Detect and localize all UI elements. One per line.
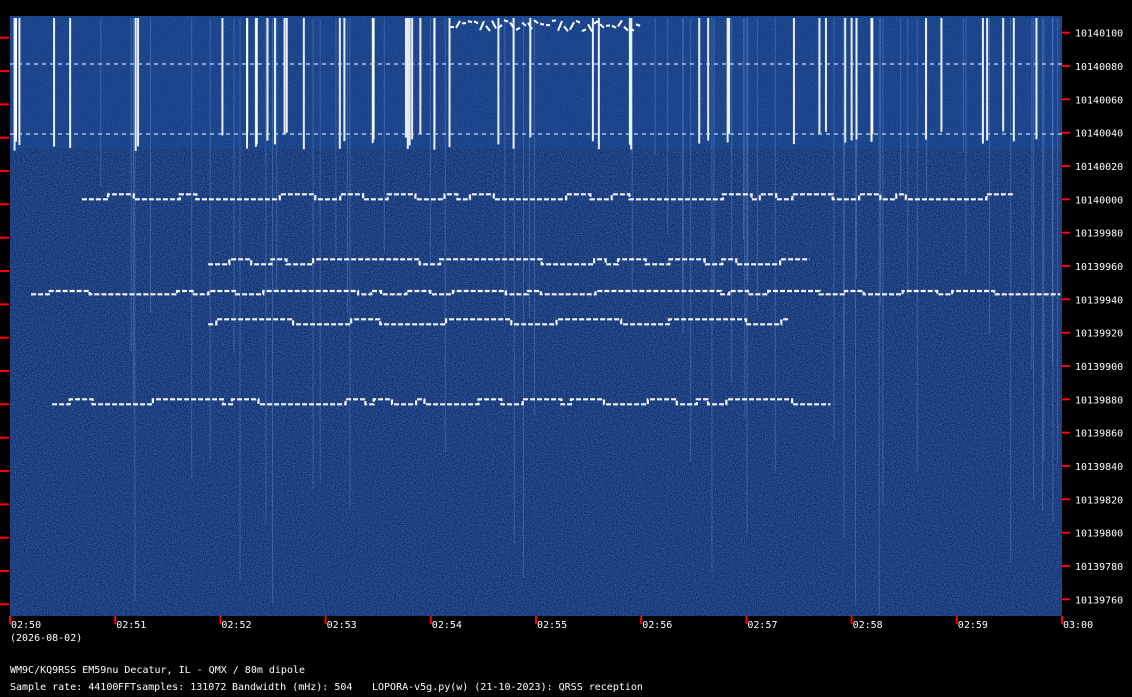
x-tick-label: 02:56 [642,620,672,631]
y-tick-label: 10139860 [1075,429,1123,440]
y-tick-label: 10140080 [1075,62,1123,73]
x-axis: 02:50 02:51 02:52 02:53 02:54 02:55 02:56 02:57… [9,616,1093,631]
x-tick-label: 02:52 [221,620,251,631]
sample-rate: Sample rate: 44100 [10,682,118,693]
burst-mark [629,28,635,32]
y-tick-label: 10139780 [1075,562,1123,573]
x-tick-label: 02:50 [11,620,41,631]
burst-mark [503,19,509,23]
burst-mark [467,20,473,24]
top-band [10,16,1062,149]
y-tick-label: 10140020 [1075,162,1123,173]
station-title: WM9C/KQ9RSS EM59nu Decatur, IL - QMX / 8… [10,665,305,676]
y-tick-label: 10139880 [1075,395,1123,406]
y-tick-label: 10139840 [1075,462,1123,473]
x-tick-label: 02:57 [747,620,777,631]
y-tick-label: 10139920 [1075,329,1123,340]
y-tick-label: 10139940 [1075,295,1123,306]
x-tick-label: 02:59 [958,620,988,631]
x-tick-label: 02:54 [432,620,462,631]
y-tick-label: 10139820 [1075,495,1123,506]
spectrogram-chart: 10140100 10140080 10140060 10140040 10140020… [0,16,1123,693]
y-tick-label: 10140000 [1075,195,1123,206]
burst-mark [635,23,641,27]
burst-mark [539,22,545,26]
date-label: (2026-08-02) [10,633,82,644]
x-tick-label: 02:55 [537,620,567,631]
x-tick-label: 02:53 [327,620,357,631]
x-tick-label: 02:51 [116,620,146,631]
y-tick-label: 10139800 [1075,529,1123,540]
y-tick-label: 10139760 [1075,595,1123,606]
y-tick-label: 10139980 [1075,229,1123,240]
y-tick-label: 10139900 [1075,362,1123,373]
y-tick-label: 10139960 [1075,262,1123,273]
x-tick-label: 02:58 [853,620,883,631]
x-tick-label: 03:00 [1063,620,1093,631]
bandwidth: Bandwidth (mHz): 504 [232,682,352,693]
y-tick-label: 10140040 [1075,129,1123,140]
y-tick-label: 10140100 [1075,29,1123,40]
fft-samples: FFTsamples: 131072 [118,682,226,693]
y-tick-label: 10140060 [1075,95,1123,106]
software-info: LOPORA-v5g.py(w) (21-10-2023): QRSS rece… [372,682,643,693]
